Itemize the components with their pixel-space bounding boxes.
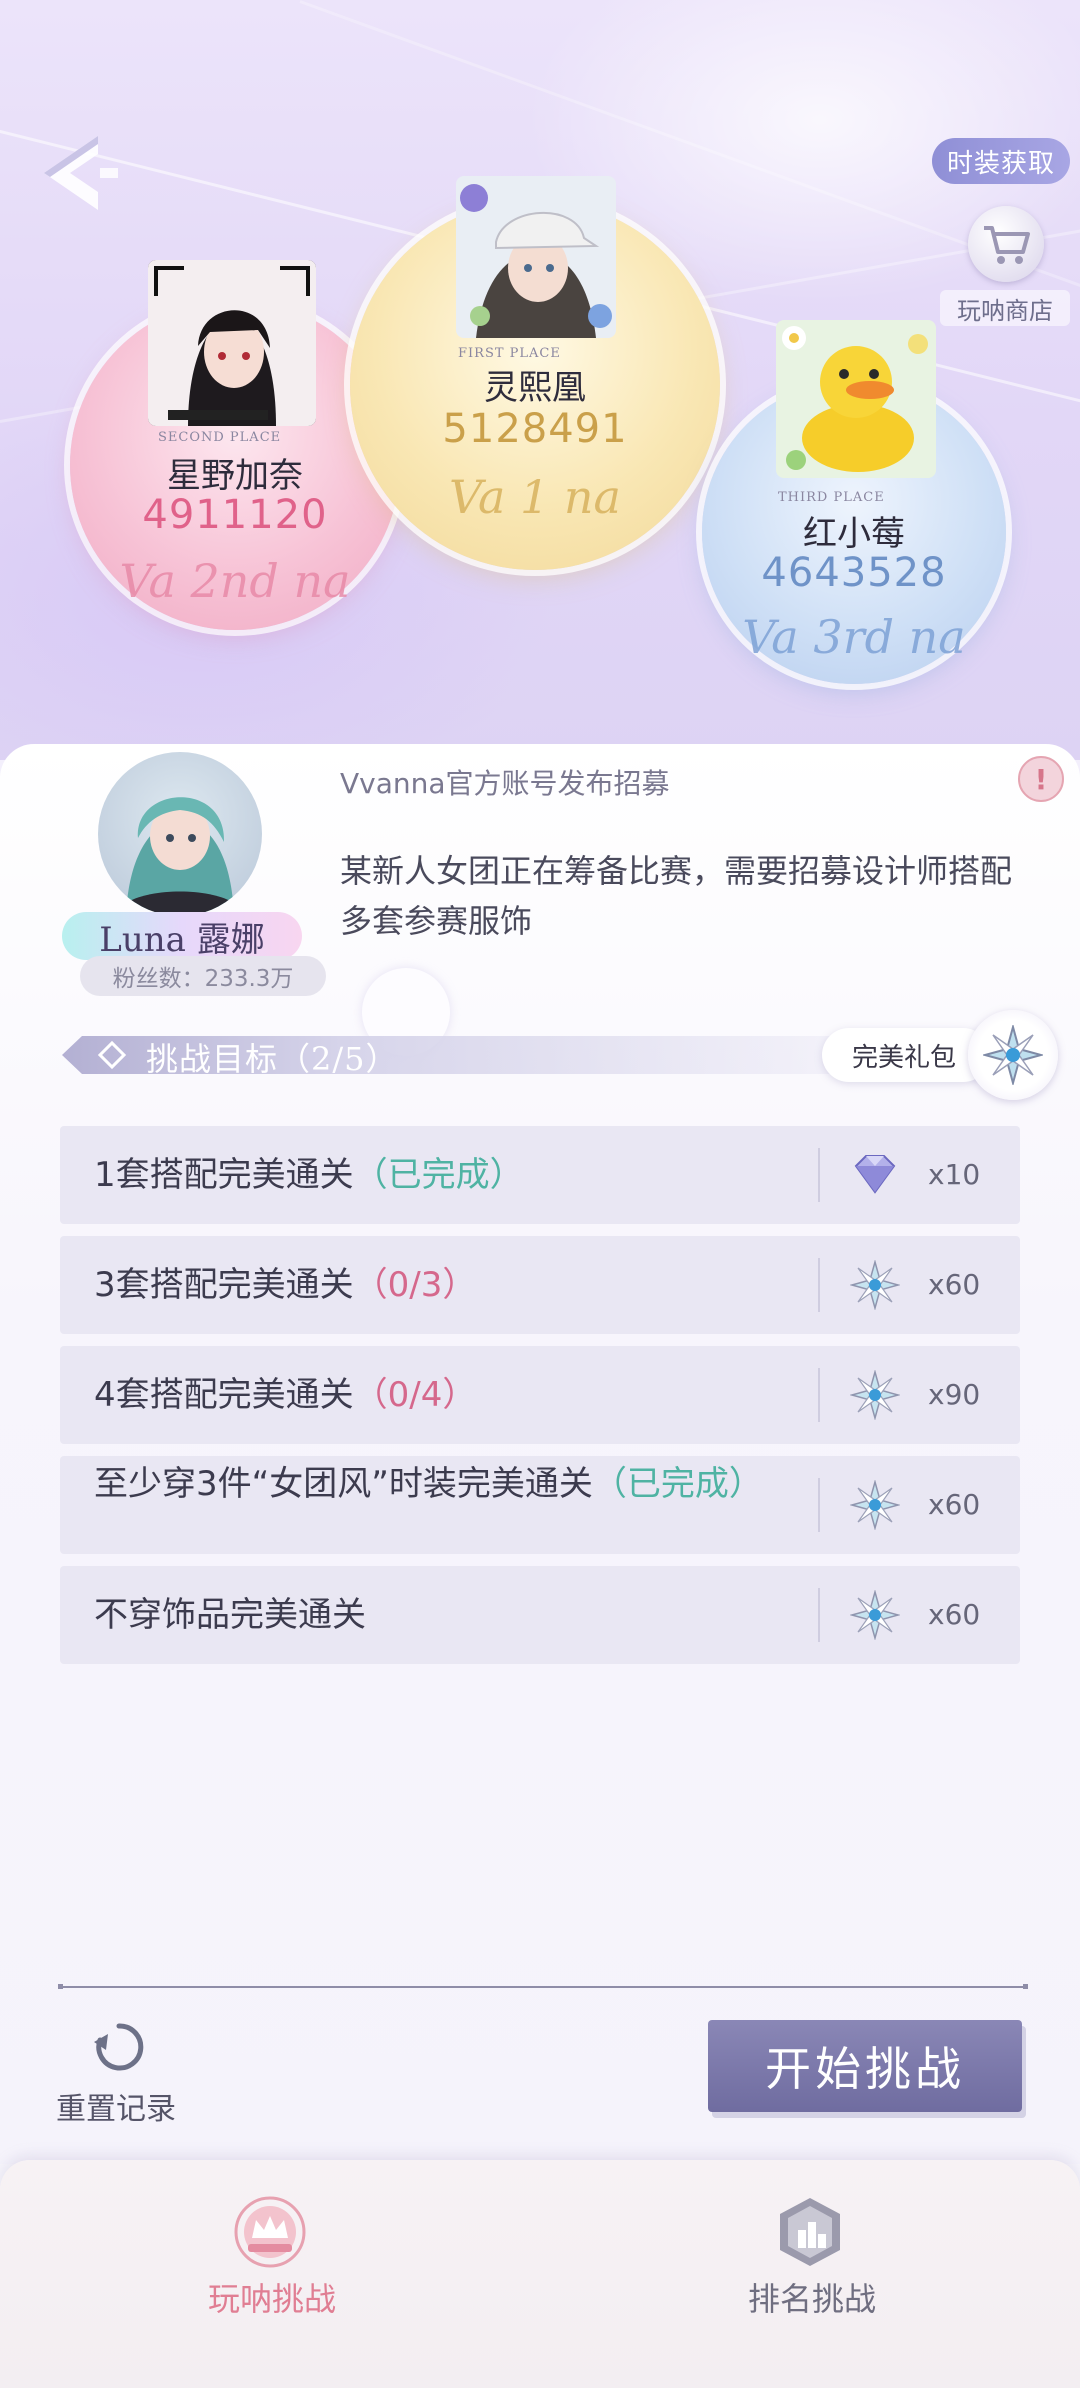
- shop-label: 玩呐商店: [940, 290, 1070, 326]
- back-button[interactable]: [36, 128, 126, 218]
- reset-label: 重置记录: [56, 2092, 176, 2127]
- star-crystal-icon: [850, 1480, 900, 1530]
- goal-row[interactable]: 不穿饰品完美通关 x60: [60, 1566, 1020, 1664]
- goal-status: （已完成）: [592, 1464, 763, 1504]
- divider: [818, 1588, 820, 1642]
- player-name: 红小莓: [803, 514, 905, 554]
- goal-status: （0/4）: [353, 1375, 477, 1415]
- start-challenge-button[interactable]: 开始挑战: [708, 2020, 1022, 2112]
- place-label: THIRD PLACE: [778, 490, 885, 505]
- tab-label: 玩呐挑战: [208, 2280, 337, 2318]
- npc-name: Luna 露娜: [62, 912, 302, 960]
- divider: [818, 1478, 820, 1532]
- player-score: 5128491: [442, 406, 628, 452]
- gift-icon-button[interactable]: [968, 1010, 1058, 1100]
- chevron-left-icon: [44, 136, 118, 210]
- challenge-title: 挑战目标（2/5）: [146, 1040, 399, 1078]
- goal-row[interactable]: 1套搭配完美通关（已完成） x10: [60, 1126, 1020, 1224]
- perfect-gift-button[interactable]: 完美礼包: [822, 1028, 990, 1082]
- reward-quantity: x60: [928, 1598, 981, 1631]
- section-divider: [58, 1984, 1028, 1989]
- reward-quantity: x60: [928, 1268, 981, 1301]
- diamond-icon: [854, 1155, 896, 1194]
- rank-mark: Va 3rd na: [742, 610, 966, 664]
- npc-fans-count: 粉丝数：233.3万: [80, 956, 326, 996]
- rank-mark: Va 1 na: [449, 470, 621, 524]
- player-avatar-third: [776, 320, 936, 478]
- gift-label: 完美礼包: [852, 1042, 957, 1073]
- task-title: Vvanna官方账号发布招募: [340, 767, 670, 800]
- star-crystal-icon: [850, 1370, 900, 1420]
- player-avatar-first: [456, 176, 616, 338]
- divider: [818, 1148, 820, 1202]
- refresh-icon: [94, 2023, 144, 2071]
- goal-text: 1套搭配完美通关（已完成）: [94, 1155, 524, 1195]
- bottom-tab-bar: [0, 2160, 1080, 2388]
- reward-quantity: x90: [928, 1378, 981, 1411]
- goal-row[interactable]: 4套搭配完美通关（0/4） x90: [60, 1346, 1020, 1444]
- npc-avatar: [98, 752, 262, 916]
- goal-text: 4套搭配完美通关（0/4）: [94, 1375, 477, 1415]
- shop-button[interactable]: [968, 206, 1044, 282]
- star-crystal-icon: [850, 1260, 900, 1310]
- star-crystal-icon: [850, 1590, 900, 1640]
- goal-row[interactable]: 3套搭配完美通关（0/3） x60: [60, 1236, 1020, 1334]
- ranking-chart-icon: [780, 2198, 840, 2266]
- goal-text: 3套搭配完美通关（0/3）: [94, 1265, 477, 1305]
- fashion-acquire-button[interactable]: 时装获取: [932, 138, 1070, 184]
- task-description: 某新人女团正在筹备比赛，需要招募设计师搭配多套参赛服饰: [340, 852, 1013, 940]
- star-crystal-icon: [983, 1025, 1043, 1085]
- place-label: FIRST PLACE: [458, 346, 561, 361]
- divider: [818, 1368, 820, 1422]
- goal-text: 不穿饰品完美通关: [94, 1595, 366, 1635]
- goal-text: 至少穿3件“女团风”时装完美通关（已完成）: [94, 1464, 763, 1504]
- tab-label: 排名挑战: [748, 2280, 877, 2318]
- crown-badge-icon: [234, 2196, 306, 2268]
- goal-row[interactable]: 至少穿3件“女团风”时装完美通关（已完成） x60: [60, 1456, 1020, 1554]
- divider: [818, 1258, 820, 1312]
- reward-quantity: x10: [928, 1158, 981, 1191]
- rank-mark: Va 2nd na: [119, 554, 351, 608]
- player-name: 灵熙凰: [484, 368, 586, 408]
- reward-quantity: x60: [928, 1488, 981, 1521]
- player-score: 4643528: [761, 550, 947, 596]
- ranking-stage: 时装获取 玩呐商店 星野加奈 4911120 Va 2nd na SECOND …: [0, 0, 1080, 760]
- place-label: SECOND PLACE: [158, 430, 282, 445]
- exclamation-icon: !: [1034, 762, 1048, 796]
- shopping-cart-icon: [984, 226, 1030, 264]
- info-button[interactable]: !: [1018, 756, 1064, 802]
- goal-status: （0/3）: [353, 1265, 477, 1305]
- player-avatar-second: [148, 260, 316, 426]
- goal-status: （已完成）: [353, 1155, 524, 1195]
